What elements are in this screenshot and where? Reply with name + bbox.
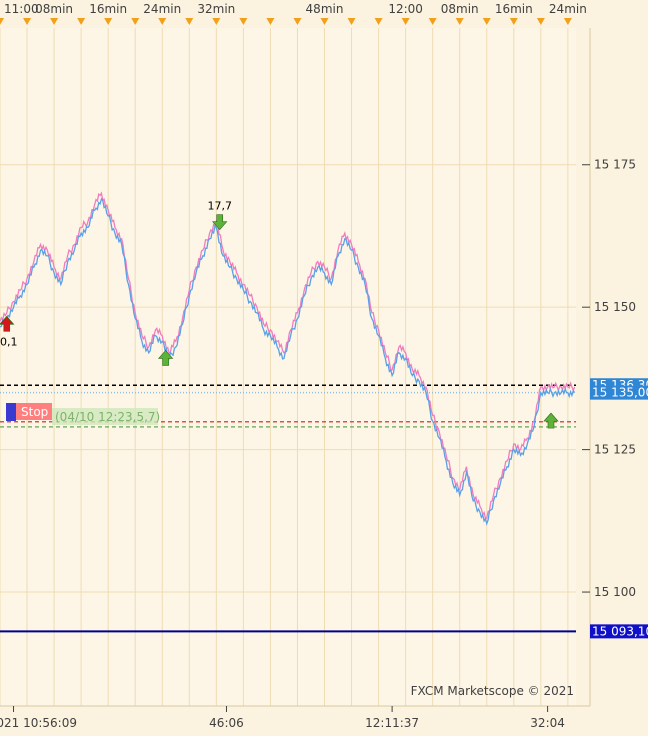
- top-axis-label: 24min: [549, 2, 587, 16]
- price-level-label: 15 135,00: [592, 386, 648, 400]
- price-tick-label: 15 125: [594, 443, 636, 457]
- price-tick-label: 15 100: [594, 585, 636, 599]
- top-axis-label: 16min: [495, 2, 533, 16]
- top-axis-label: 08min: [441, 2, 479, 16]
- trade-arrow-label: -0,1: [0, 335, 17, 348]
- top-axis-label: 24min: [143, 2, 181, 16]
- time-tick-label: 46:06: [209, 716, 244, 730]
- position-marker: [6, 403, 16, 421]
- price-tick-label: 15 175: [594, 158, 636, 172]
- watermark: FXCM Marketscope © 2021: [411, 684, 574, 698]
- plot-area[interactable]: [0, 28, 576, 706]
- price-level-label: 15 093,10: [592, 624, 648, 638]
- top-axis-label: 08min: [35, 2, 73, 16]
- top-axis-label: 12:00: [388, 2, 423, 16]
- time-tick-label: 32:04: [530, 716, 565, 730]
- top-axis-label: 11:00: [4, 2, 39, 16]
- top-axis-label: 32min: [197, 2, 235, 16]
- time-tick-label: 12:11:37: [365, 716, 419, 730]
- time-tick-label: 04/10/2021 10:56:09: [0, 716, 77, 730]
- stop-tag-label: Stop: [21, 405, 48, 419]
- price-tick-label: 15 150: [594, 300, 636, 314]
- entry-tag-label: (04/10 12:23,5,7): [55, 410, 160, 424]
- top-axis-label: 16min: [89, 2, 127, 16]
- trade-arrow-label: 17,7: [207, 200, 232, 213]
- price-chart: 11:0008min 16min 24min 32min 48min 12:00 08min…: [0, 0, 648, 736]
- top-axis-label: 48min: [306, 2, 344, 16]
